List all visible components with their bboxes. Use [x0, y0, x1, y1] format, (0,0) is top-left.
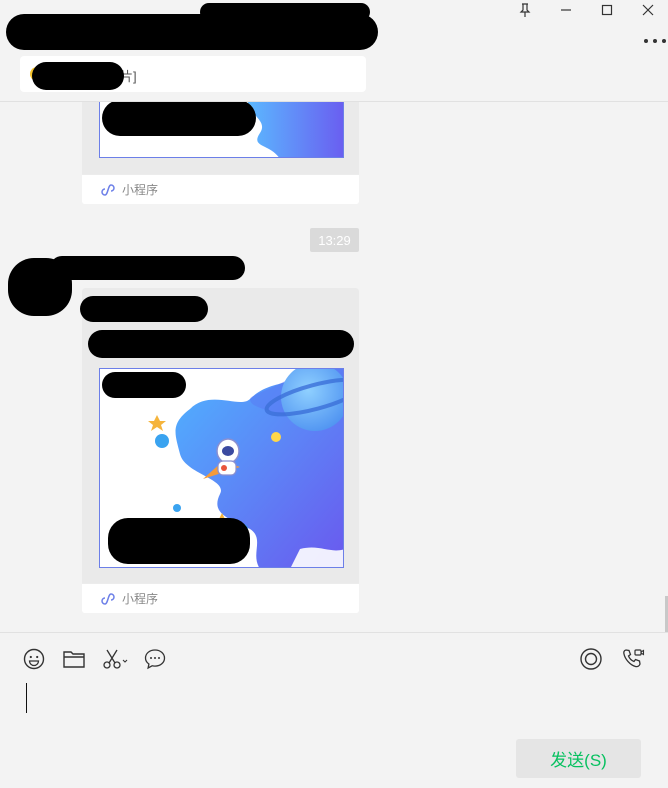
card-footer: 小程序	[82, 583, 359, 613]
card-footer: 小程序	[82, 174, 359, 204]
pin-icon[interactable]	[504, 0, 545, 20]
minimize-icon[interactable]	[545, 0, 586, 20]
emoji-icon[interactable]	[22, 647, 46, 671]
message-list[interactable]: 小程序 13:29 小程序	[0, 102, 668, 632]
mini-program-label: 小程序	[122, 183, 159, 197]
close-icon[interactable]	[627, 0, 668, 20]
redacted-thumb-text	[102, 102, 256, 136]
window-controls	[504, 0, 668, 20]
video-call-icon[interactable]	[621, 647, 645, 671]
text-caret	[26, 683, 27, 713]
title-bar	[0, 0, 668, 52]
redacted-sender-name	[50, 256, 245, 280]
redacted-pinned-text	[32, 62, 124, 90]
chat-window: 片] 小程序 13:29 小程序 发送(S)	[0, 0, 668, 788]
send-button[interactable]: 发送(S)	[516, 739, 641, 778]
live-icon[interactable]	[579, 647, 603, 671]
chat-bubble-icon[interactable]	[143, 647, 167, 671]
more-icon[interactable]	[644, 34, 666, 48]
folder-icon[interactable]	[62, 647, 86, 671]
redacted-card-source	[80, 296, 208, 322]
timestamp: 13:29	[310, 228, 359, 252]
maximize-icon[interactable]	[586, 0, 627, 20]
redacted-chat-title-top	[200, 3, 370, 21]
redacted-thumb-text-bottom	[108, 518, 250, 564]
scissors-icon[interactable]	[102, 647, 130, 671]
mini-program-card[interactable]: 小程序	[80, 288, 359, 613]
mini-program-icon	[100, 591, 116, 607]
mini-program-label: 小程序	[122, 592, 159, 606]
mini-program-card[interactable]: 小程序	[82, 102, 359, 204]
mini-program-icon	[100, 182, 116, 198]
message-input[interactable]	[0, 675, 668, 735]
redacted-thumb-text-top	[102, 372, 186, 398]
redacted-card-title	[88, 330, 354, 358]
